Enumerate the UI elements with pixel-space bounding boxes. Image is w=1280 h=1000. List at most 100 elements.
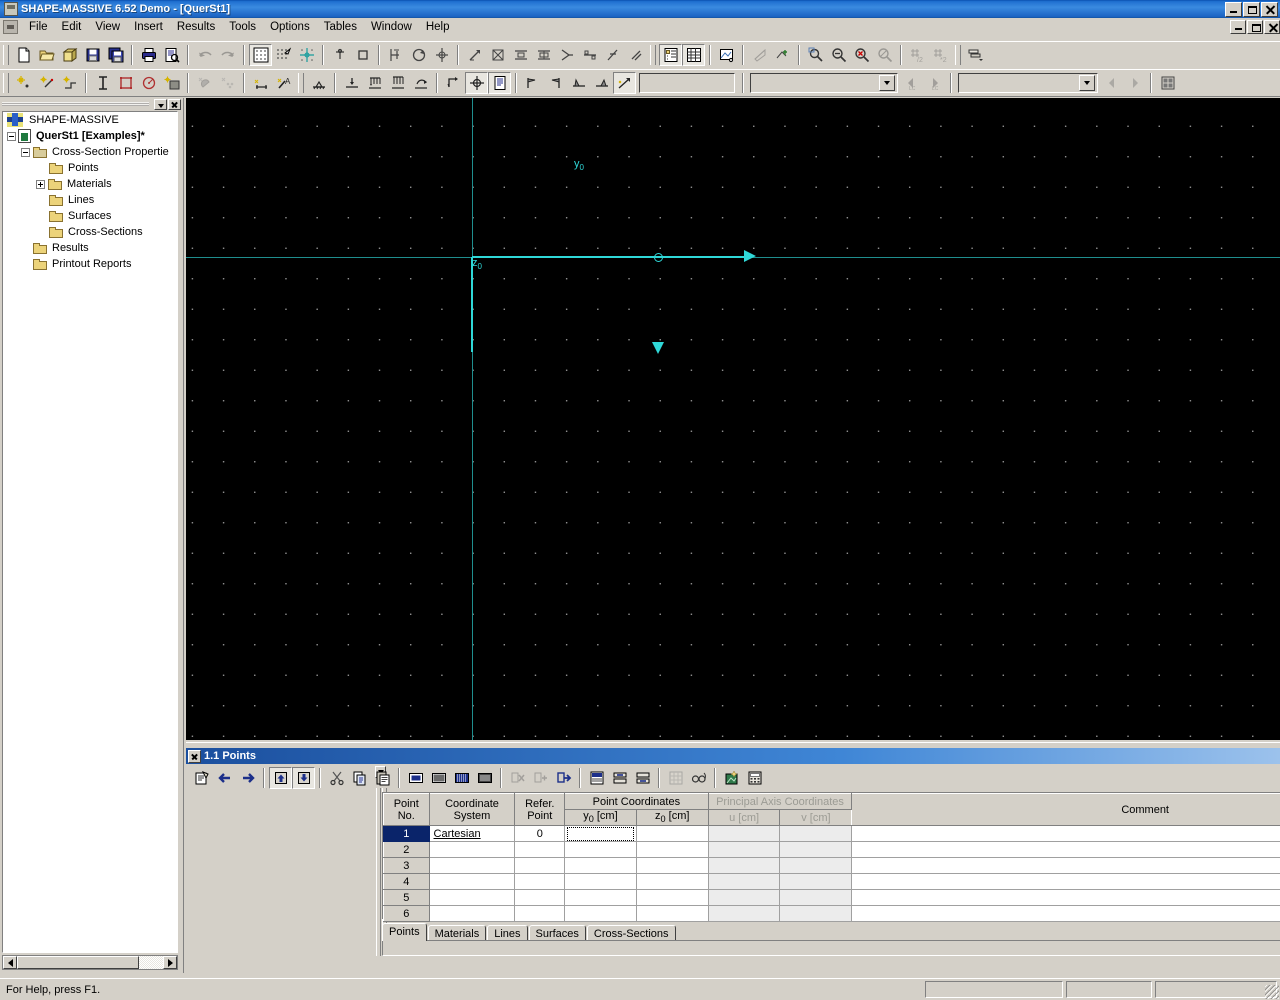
section-props-icon[interactable] (488, 72, 511, 94)
select-row-icon[interactable] (450, 767, 473, 789)
toolbar-grip[interactable] (298, 73, 304, 93)
row-number-cell[interactable]: 1 (383, 825, 430, 842)
window-close-button[interactable] (1261, 1, 1278, 17)
cell-coordinate-system[interactable] (428, 905, 516, 922)
menu-item-view[interactable]: View (88, 19, 127, 35)
lc-prev-button[interactable]: LC (900, 72, 923, 94)
cell-z0[interactable] (635, 825, 709, 842)
toolbar-grip[interactable] (3, 44, 9, 65)
tree-node-querst1[interactable]: QuerSt1 [Examples]* (3, 128, 177, 144)
nav-prev-button[interactable] (1100, 72, 1123, 94)
menu-item-tables[interactable]: Tables (317, 19, 364, 35)
new-rect-section-icon[interactable] (114, 72, 137, 94)
zoom-reset-icon[interactable] (850, 44, 873, 66)
tab-lines[interactable]: Lines (487, 925, 528, 941)
connect-icon[interactable] (578, 44, 601, 66)
column-header-principal-axis-coordinates[interactable]: Principal Axis Coordinates (707, 793, 853, 810)
row-number-cell[interactable]: 5 (383, 889, 430, 906)
tree-node-printout-reports[interactable]: Printout Reports (3, 256, 177, 272)
result-diagram-1-icon[interactable] (521, 72, 544, 94)
toolbar-grip[interactable] (955, 44, 961, 65)
toolbar-grip[interactable] (650, 44, 656, 65)
node-select-icon[interactable] (328, 44, 351, 66)
paste-icon[interactable] (371, 767, 394, 789)
drawing-canvas[interactable]: y0 z0 (186, 98, 1280, 740)
menu-item-window[interactable]: Window (364, 19, 419, 35)
zoom-all-icon[interactable] (873, 44, 896, 66)
wizard-icon[interactable] (720, 767, 743, 789)
result-export-icon[interactable] (613, 72, 636, 94)
window-restore-button[interactable] (1243, 1, 1260, 17)
toolbar-text-field[interactable] (639, 73, 735, 93)
column-header-point-no[interactable]: Point No. (383, 793, 430, 826)
column-header-y0[interactable]: y0 [cm] (564, 809, 637, 826)
fill-table-icon[interactable] (585, 767, 608, 789)
chevron-down-icon[interactable] (879, 75, 895, 91)
move-up-icon[interactable] (269, 766, 292, 789)
tab-materials[interactable]: Materials (427, 925, 487, 941)
merge-down-icon[interactable] (631, 767, 654, 789)
load-case-combo[interactable] (750, 73, 898, 93)
view-point-icon[interactable] (771, 44, 794, 66)
tree-node-lines[interactable]: Lines (3, 192, 177, 208)
result-diagram-3-icon[interactable] (567, 72, 590, 94)
move-down-icon[interactable] (292, 766, 315, 789)
merge-up-icon[interactable] (608, 767, 631, 789)
save-icon[interactable] (81, 44, 104, 66)
project-tree[interactable]: SHAPE-MASSIVE QuerSt1 [Examples]* Cross-… (2, 111, 178, 953)
menu-item-edit[interactable]: Edit (55, 19, 89, 35)
row-number-cell[interactable]: 2 (383, 841, 430, 858)
delete-row-icon[interactable] (506, 767, 529, 789)
tab-cross-sections[interactable]: Cross-Sections (586, 925, 676, 941)
cell-z0[interactable] (635, 841, 709, 858)
cell-z0[interactable] (635, 857, 709, 874)
cell-y0[interactable] (564, 841, 637, 858)
column-header-comment[interactable]: Comment (851, 793, 1280, 826)
insert-row-icon[interactable] (529, 767, 552, 789)
append-row-icon[interactable] (552, 767, 575, 789)
import-box-icon[interactable] (58, 44, 81, 66)
cell-comment[interactable] (851, 873, 1280, 890)
cell-comment[interactable] (851, 889, 1280, 906)
layers-icon[interactable] (964, 44, 987, 66)
resize-grip-icon[interactable] (1265, 985, 1279, 999)
text-annotation-icon[interactable]: A (272, 72, 295, 94)
scroll-left-button[interactable] (3, 956, 17, 969)
align-v-icon[interactable] (532, 44, 555, 66)
table-row[interactable]: 2 (383, 841, 1280, 858)
tree-node-cross-section-properties[interactable]: Cross-Section Propertie (3, 144, 177, 160)
tab-surfaces[interactable]: Surfaces (528, 925, 586, 941)
table-row[interactable]: 4 (383, 873, 1280, 890)
document-icon[interactable] (3, 20, 18, 34)
zoom-window-icon[interactable] (804, 44, 827, 66)
menu-item-tools[interactable]: Tools (222, 19, 263, 35)
load-dist-2-icon[interactable] (386, 72, 409, 94)
cell-comment[interactable] (851, 905, 1280, 922)
redo-icon[interactable] (216, 44, 239, 66)
tree-node-results[interactable]: Results (3, 240, 177, 256)
material-fill-icon[interactable] (193, 72, 216, 94)
view-glasses-icon[interactable] (687, 767, 710, 789)
cut-icon[interactable] (325, 767, 348, 789)
clipping-plane-icon[interactable] (748, 44, 771, 66)
cell-coordinate-system[interactable]: Cartesian (428, 825, 516, 842)
grid-snap-icon[interactable] (249, 43, 272, 66)
select-block-icon[interactable] (427, 767, 450, 789)
navigator-menu-button[interactable] (154, 98, 167, 110)
secondary-combo[interactable] (958, 73, 1098, 93)
menu-item-options[interactable]: Options (263, 19, 317, 35)
target-center-icon[interactable] (465, 72, 488, 94)
toolbar-grip[interactable] (3, 73, 9, 93)
tree-node-points[interactable]: Points (3, 160, 177, 176)
snap-point-icon[interactable] (295, 44, 318, 66)
cell-y0[interactable] (564, 873, 637, 890)
tree-expander-minus-icon[interactable] (21, 147, 30, 157)
load-moment-icon[interactable] (409, 72, 432, 94)
extend-icon[interactable] (624, 44, 647, 66)
cell-coordinate-system[interactable] (428, 873, 516, 890)
rotate-icon[interactable] (407, 44, 430, 66)
navigator-horizontal-scrollbar[interactable] (2, 955, 178, 970)
column-header-z0[interactable]: z0 [cm] (635, 809, 709, 826)
menu-item-help[interactable]: Help (419, 19, 457, 35)
cell-refer-point[interactable] (514, 841, 566, 858)
